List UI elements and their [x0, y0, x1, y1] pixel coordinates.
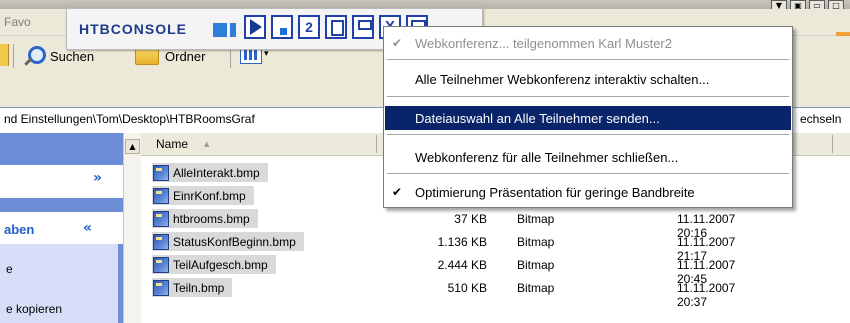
menu-item-webkonferenz-status: ✔ Webkonferenz... teilgenommen Karl Must… — [385, 31, 791, 55]
file-size: 1.136 KB — [437, 235, 487, 249]
menu-separator — [387, 59, 789, 60]
window-minimize-icon[interactable] — [352, 15, 374, 39]
menu-item-send-file-selection[interactable]: Dateiauswahl an Alle Teilnehmer senden..… — [385, 106, 791, 130]
menu-item-label: Optimierung Präsentation für geringe Ban… — [415, 185, 695, 200]
task-pane-link[interactable]: e — [6, 262, 13, 276]
menu-item-label: Webkonferenz für alle Teilnehmer schließ… — [415, 150, 679, 165]
menu-item-label: Webkonferenz... teilgenommen Karl Muster… — [415, 36, 672, 51]
column-divider[interactable] — [376, 135, 377, 153]
file-name: htbrooms.bmp — [173, 211, 250, 226]
checkmark-icon: ✔ — [392, 36, 403, 50]
task-pane-section-header[interactable] — [0, 165, 123, 198]
folders-button-label: Ordner — [165, 48, 206, 64]
scroll-up-button[interactable]: ▲ — [125, 139, 140, 154]
search-icon — [22, 45, 46, 67]
menu-separator — [387, 96, 789, 97]
menu-item-label: Dateiauswahl an Alle Teilnehmer senden..… — [415, 111, 660, 126]
checkmark-icon: ✔ — [392, 185, 403, 199]
file-name: AlleInterakt.bmp — [173, 165, 260, 180]
window-portrait-icon[interactable] — [325, 15, 347, 39]
expand-chevron-icon[interactable]: » — [93, 170, 102, 186]
menu-item-close-conference[interactable]: Webkonferenz für alle Teilnehmer schließ… — [385, 145, 791, 169]
htb-blue-bar — [230, 23, 236, 37]
file-name: TeilAufgesch.bmp — [173, 257, 268, 272]
scrollbar[interactable] — [123, 133, 141, 323]
collapse-chevron-icon[interactable]: « — [83, 220, 92, 236]
bitmap-file-icon — [153, 233, 169, 250]
file-name: Teiln.bmp — [173, 280, 225, 295]
address-go-button[interactable]: echseln — [800, 112, 841, 126]
menu-separator — [387, 173, 789, 174]
address-path[interactable]: nd Einstellungen\Tom\Desktop\HTBRoomsGra… — [4, 112, 255, 126]
file-type: Bitmap — [517, 281, 555, 295]
file-type: Bitmap — [517, 235, 555, 249]
menu-item-all-interactive[interactable]: Alle Teilnehmer Webkonferenz interaktiv … — [385, 67, 791, 91]
file-size: 37 KB — [454, 212, 487, 226]
toolbar-separator — [13, 44, 14, 68]
play-icon[interactable] — [244, 15, 266, 39]
bitmap-file-icon — [153, 279, 169, 296]
bitmap-file-icon — [153, 256, 169, 273]
file-size: 510 KB — [447, 281, 487, 295]
file-type: Bitmap — [517, 212, 555, 226]
bitmap-file-icon — [153, 164, 169, 181]
search-button-label: Suchen — [50, 48, 95, 64]
stop-dot-icon[interactable] — [271, 15, 293, 39]
menu-item-low-bandwidth[interactable]: ✔ Optimierung Präsentation für geringe B… — [385, 180, 791, 204]
file-date: 11.11.2007 20:37 — [677, 281, 736, 309]
bitmap-file-icon — [153, 187, 169, 204]
menu-item-label: Alle Teilnehmer Webkonferenz interaktiv … — [415, 72, 710, 87]
column-header-name[interactable]: Name — [156, 137, 188, 151]
back-folder-icon[interactable] — [0, 44, 9, 66]
htb-console-title: HTBCONSOLE — [79, 21, 187, 37]
menu-separator — [387, 134, 789, 135]
task-pane-section-title: aben — [4, 222, 35, 237]
menu-favorites[interactable]: Favo — [4, 15, 31, 29]
chevron-down-icon: ▾ — [264, 49, 269, 59]
bitmap-file-icon — [153, 210, 169, 227]
context-menu: ✔ Webkonferenz... teilgenommen Karl Must… — [383, 26, 793, 208]
file-name: StatusKonfBeginn.bmp — [173, 234, 296, 249]
sort-ascending-icon: ▲ — [204, 140, 210, 148]
htb-blue-block — [213, 23, 227, 37]
column-divider[interactable] — [832, 135, 833, 153]
task-pane-link-copy[interactable]: e kopieren — [6, 302, 62, 316]
number-button[interactable]: 2 — [298, 15, 320, 39]
file-type: Bitmap — [517, 258, 555, 272]
file-name: EinrKonf.bmp — [173, 188, 246, 203]
file-size: 2.444 KB — [437, 258, 487, 272]
